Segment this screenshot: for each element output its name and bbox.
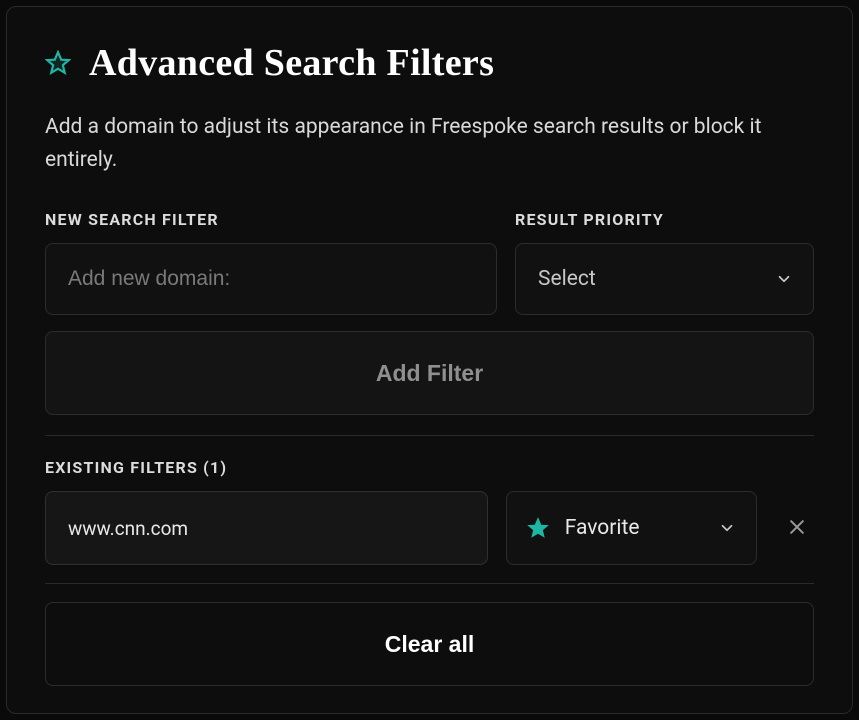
existing-filter-row: www.cnn.com Favorite (45, 491, 814, 565)
priority-select-value: Select (538, 267, 596, 291)
existing-priority-value: Favorite (565, 516, 704, 540)
clear-all-button[interactable]: Clear all (45, 602, 814, 686)
priority-select[interactable]: Select (515, 243, 814, 315)
divider (45, 583, 814, 584)
header-row: Advanced Search Filters (45, 41, 814, 85)
add-filter-button[interactable]: Add Filter (45, 331, 814, 415)
divider (45, 435, 814, 436)
chevron-down-icon (718, 519, 736, 537)
close-icon (787, 517, 807, 540)
existing-filters-label: EXISTING FILTERS (1) (45, 458, 814, 477)
star-icon (45, 50, 71, 76)
new-filter-inputs: Select (45, 243, 814, 315)
page-subtitle: Add a domain to adjust its appearance in… (45, 111, 814, 176)
filter-labels-row: NEW SEARCH FILTER RESULT PRIORITY (45, 210, 814, 229)
remove-filter-button[interactable] (781, 511, 814, 545)
chevron-down-icon (775, 270, 793, 288)
new-filter-label: NEW SEARCH FILTER (45, 210, 497, 229)
existing-domain-text: www.cnn.com (68, 517, 188, 540)
new-domain-input[interactable] (45, 243, 497, 315)
existing-domain-field[interactable]: www.cnn.com (45, 491, 488, 565)
existing-priority-select[interactable]: Favorite (506, 491, 757, 565)
result-priority-label: RESULT PRIORITY (515, 210, 814, 229)
page-title: Advanced Search Filters (89, 41, 494, 85)
advanced-search-filters-card: Advanced Search Filters Add a domain to … (6, 6, 853, 714)
star-icon (525, 515, 551, 541)
